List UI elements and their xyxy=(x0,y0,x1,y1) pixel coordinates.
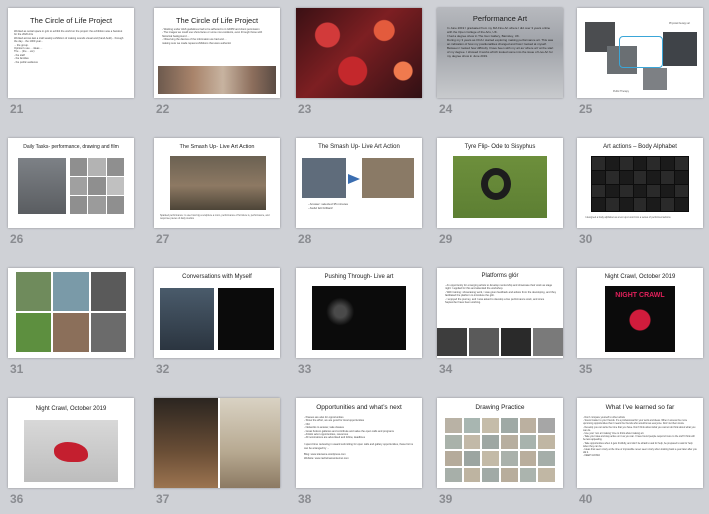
slide-number: 35 xyxy=(579,362,593,376)
slide-body-text: - Don't compare yourself to other artist… xyxy=(583,416,697,458)
slide-title: Conversations with Myself xyxy=(182,274,252,280)
slide-photo-strip xyxy=(158,66,276,94)
slide-title: Night Crawl, October 2019 xyxy=(604,274,676,280)
poster-title: NIGHT CRAWL xyxy=(615,292,665,299)
slide-title: Tyre Flip- Ode to Sisyphus xyxy=(464,144,536,150)
slide-title: The Circle of Life Project xyxy=(29,16,113,25)
slide-photo-left xyxy=(160,288,214,350)
slide-photo-small xyxy=(643,68,667,90)
slide-title: Daily Tasks- performance, drawing and fi… xyxy=(23,144,119,150)
slide-thumbnail-31[interactable] xyxy=(8,268,134,358)
poster-figure xyxy=(625,304,655,344)
slide-thumbnail-30[interactable]: Art actions – Body Alphabet I designed a… xyxy=(577,138,703,228)
slide-body-text: - An opportunity for emerging artists to… xyxy=(445,284,557,305)
slide-title: Drawing Practice xyxy=(475,404,525,411)
slide-number: 37 xyxy=(156,492,170,506)
slide-photo-strip xyxy=(437,328,563,356)
slide-label-bottom: Public Therapy xyxy=(613,90,629,93)
slide-number: 33 xyxy=(298,362,312,376)
slide-thumbnail-37[interactable] xyxy=(154,398,280,488)
slide-number: 31 xyxy=(10,362,24,376)
slide-title: What I’ve learned so far xyxy=(605,404,675,411)
slide-title: The Smash Up- Live Art Action xyxy=(179,144,255,150)
slide-title: Night Crawl, October 2019 xyxy=(35,406,107,412)
slide-body-text: Worked as social space in gdn to exhibit… xyxy=(14,30,124,64)
slide-number: 32 xyxy=(156,362,170,376)
slide-photo-large xyxy=(18,158,66,214)
slide-number: 24 xyxy=(439,102,453,116)
slide-title: The Smash Up- Live Art Action xyxy=(318,144,400,150)
slide-thumbnail-29[interactable]: Tyre Flip- Ode to Sisyphus xyxy=(437,138,563,228)
slide-number: 29 xyxy=(439,232,453,246)
slide-photo-collage xyxy=(296,8,422,98)
slide-drawing-grid xyxy=(445,418,555,482)
slide-connector xyxy=(619,36,663,68)
slide-thumbnail-39[interactable]: Drawing Practice xyxy=(437,398,563,488)
slide-photo xyxy=(312,286,406,350)
slide-label-top: Physical therapy art xyxy=(669,22,690,25)
arrow-right-icon xyxy=(348,174,360,184)
slide-photo-grid xyxy=(70,158,124,214)
slide-caption: I designed a body alphabet as a text up-… xyxy=(585,216,671,219)
slide-photo-right xyxy=(220,398,280,488)
slide-photo-left xyxy=(154,398,218,488)
slide-number: 21 xyxy=(10,102,24,116)
slide-number: 26 xyxy=(10,232,24,246)
slide-caption: Sparked performance: to use how big a sc… xyxy=(160,214,270,220)
slide-number: 27 xyxy=(156,232,170,246)
slide-thumbnail-35[interactable]: Night Crawl, October 2019 NIGHT CRAWL xyxy=(577,268,703,358)
slide-title: Performance Art xyxy=(472,14,528,23)
slide-body-text: - Pauses are also for opportunities - Sh… xyxy=(304,416,413,460)
slide-number: 38 xyxy=(298,492,312,506)
slide-number: 25 xyxy=(579,102,593,116)
slide-photo-grid xyxy=(16,272,126,352)
slide-thumbnail-26[interactable]: Daily Tasks- performance, drawing and fi… xyxy=(8,138,134,228)
slide-number: 39 xyxy=(439,492,453,506)
slide-thumbnail-34[interactable]: Platforms glór - An opportunity for emer… xyxy=(437,268,563,358)
slide-thumbnail-21[interactable]: The Circle of Life Project Worked as soc… xyxy=(8,8,134,98)
slide-photo-grid xyxy=(591,156,689,212)
slide-thumbnail-36[interactable]: Night Crawl, October 2019 xyxy=(8,398,134,488)
slide-thumbnail-23[interactable] xyxy=(296,8,422,98)
slide-thumbnail-38[interactable]: Opportunities and what’s next - Pauses a… xyxy=(296,398,422,488)
slide-number: 22 xyxy=(156,102,170,116)
slide-thumbnail-22[interactable]: The Circle of Life Project - Working und… xyxy=(154,8,280,98)
slide-photo-right xyxy=(218,288,274,350)
slide-number: 28 xyxy=(298,232,312,246)
slide-thumbnail-32[interactable]: Conversations with Myself xyxy=(154,268,280,358)
slide-body-text: - Working under H&S guidelines had to be… xyxy=(162,28,263,45)
slide-thumbnail-40[interactable]: What I’ve learned so far - Don't compare… xyxy=(577,398,703,488)
slide-number: 36 xyxy=(10,492,24,506)
slide-title: Art actions – Body Alphabet xyxy=(603,144,677,150)
slide-thumbnail-28[interactable]: The Smash Up- Live Art Action - Answer: … xyxy=(296,138,422,228)
slide-number: 34 xyxy=(439,362,453,376)
slide-number: 23 xyxy=(298,102,312,116)
slide-body-text: In June 2019 I graduated from my MA Fine… xyxy=(447,26,554,58)
slide-title: Pushing Through- Live art xyxy=(324,274,394,280)
slide-body-text: - Answer: selected 35 minutes - Awful fe… xyxy=(308,202,349,210)
slide-thumbnail-27[interactable]: The Smash Up- Live Art Action Sparked pe… xyxy=(154,138,280,228)
slide-title: The Circle of Life Project xyxy=(175,16,259,25)
slide-thumbnail-33[interactable]: Pushing Through- Live art xyxy=(296,268,422,358)
slide-photo xyxy=(170,156,266,210)
slide-number: 40 xyxy=(579,492,593,506)
slide-title: Platforms glór xyxy=(481,273,519,279)
slide-photo-right xyxy=(362,158,414,198)
slide-photo-right xyxy=(663,32,697,66)
slide-thumbnail-25[interactable]: Physical therapy art Public Therapy xyxy=(577,8,703,98)
tyre-shape xyxy=(481,168,511,200)
slide-title: Opportunities and what’s next xyxy=(316,404,402,411)
slide-number: 30 xyxy=(579,232,593,246)
slide-thumbnail-24[interactable]: Performance Art In June 2019 I graduated… xyxy=(437,8,563,98)
slide-photo-left xyxy=(302,158,346,198)
